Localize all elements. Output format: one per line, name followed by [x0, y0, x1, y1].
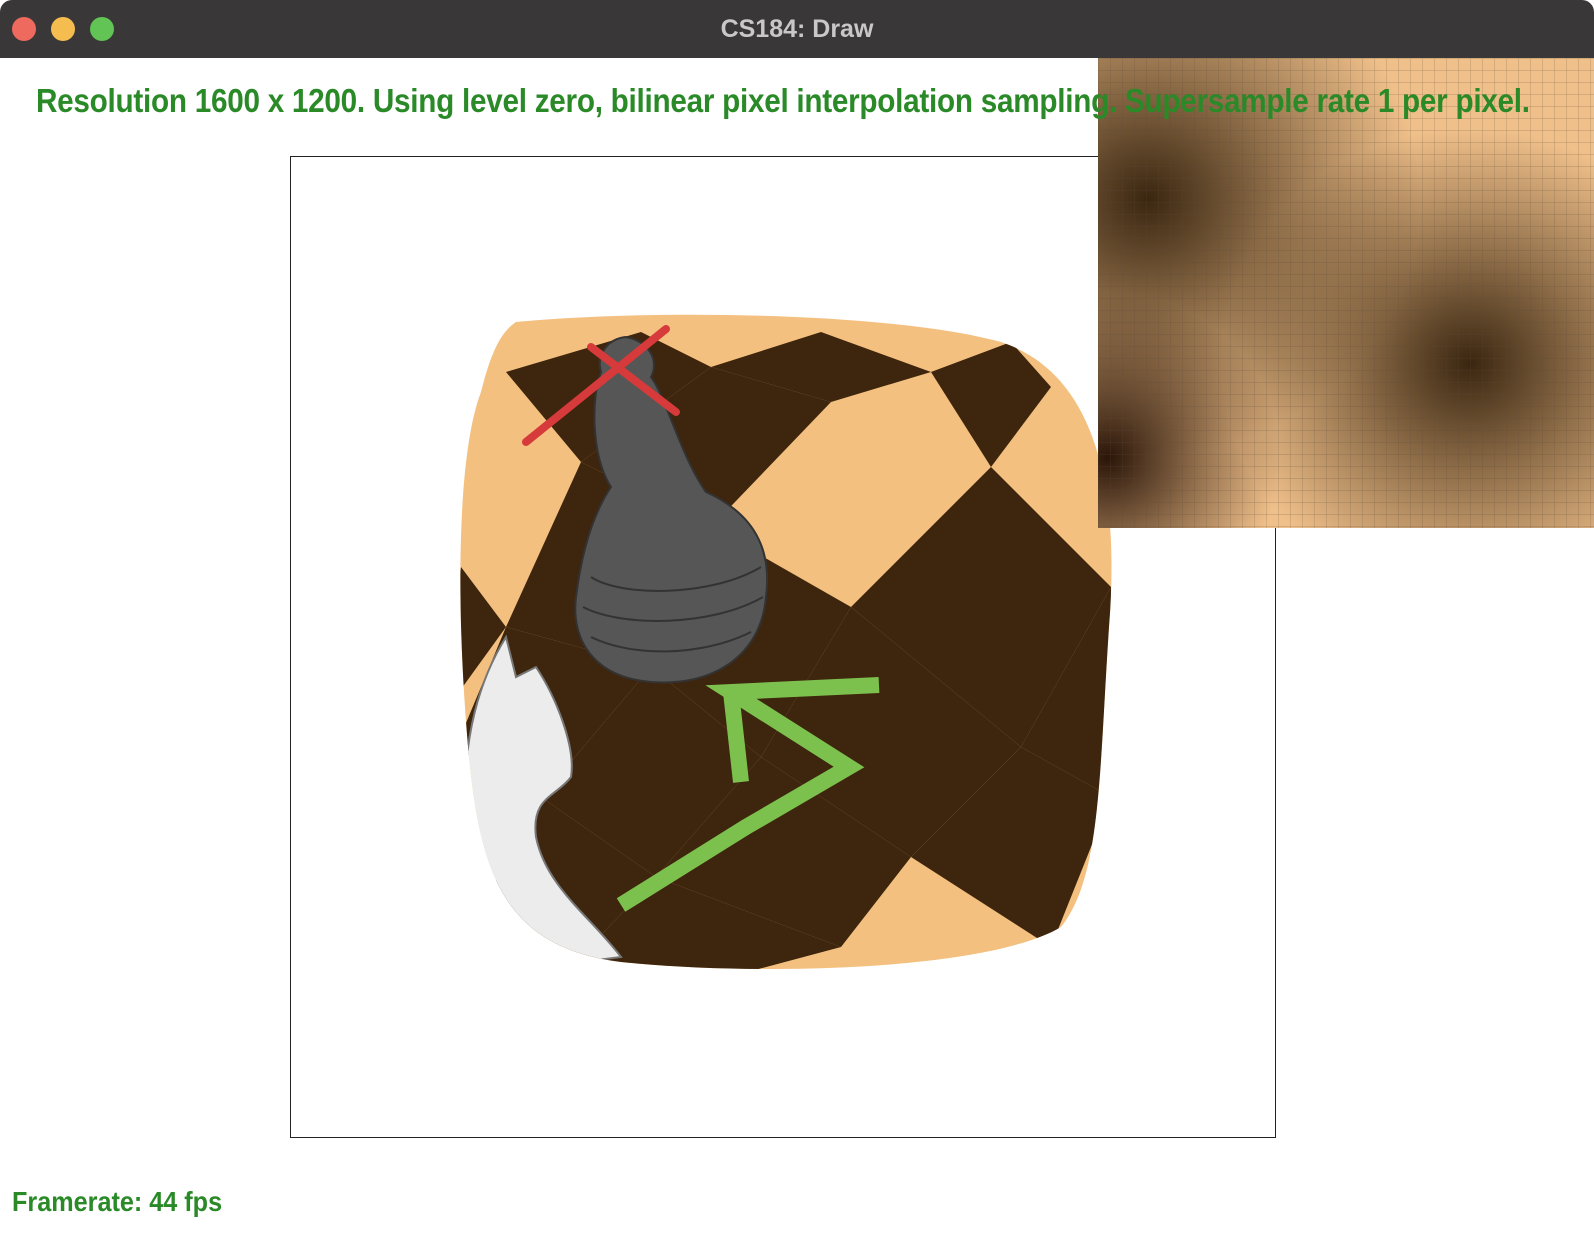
- zoom-inspector: [1098, 58, 1594, 528]
- framerate-text: Framerate: 44 fps: [12, 1186, 223, 1217]
- checkerboard: [460, 314, 1112, 969]
- status-text: Resolution 1600 x 1200. Using level zero…: [36, 82, 1530, 119]
- zoomed-pixels: [1098, 58, 1594, 528]
- window-title: CS184: Draw: [720, 15, 874, 43]
- title-bar: CS184: Draw: [0, 0, 1594, 58]
